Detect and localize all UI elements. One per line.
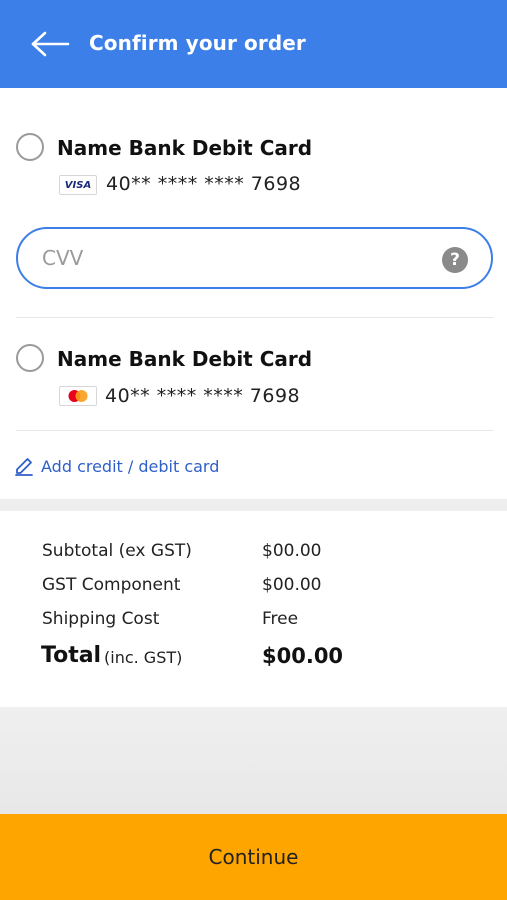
divider — [16, 317, 493, 318]
add-card-label: Add credit / debit card — [41, 456, 220, 476]
visa-brand-text: VISA — [64, 179, 92, 191]
cvv-input[interactable] — [42, 243, 422, 273]
mastercard-circles-icon — [68, 390, 88, 402]
continue-label: Continue — [208, 845, 299, 869]
radio-button-card-1[interactable] — [16, 133, 44, 161]
shipping-value: Free — [262, 609, 299, 629]
card-number-1: 40** **** **** 7698 — [106, 173, 302, 195]
page-title: Confirm your order — [89, 31, 306, 55]
gst-value: $00.00 — [262, 575, 322, 595]
cvv-field[interactable]: ? — [16, 227, 493, 289]
subtotal-value: $00.00 — [262, 541, 322, 561]
shipping-label: Shipping Cost — [42, 609, 160, 629]
gst-label: GST Component — [42, 575, 181, 595]
question-mark-icon[interactable]: ? — [442, 247, 468, 273]
total-value: $00.00 — [262, 644, 344, 668]
card-number-2: 40** **** **** 7698 — [105, 385, 301, 407]
back-button[interactable] — [28, 27, 72, 61]
arrow-left-icon — [31, 31, 70, 57]
total-tax-note: (inc. GST) — [104, 648, 183, 667]
radio-button-card-2[interactable] — [16, 344, 44, 372]
card-name-1: Name Bank Debit Card — [57, 136, 313, 160]
pencil-icon — [15, 458, 33, 476]
footer-spacer — [0, 707, 507, 814]
subtotal-label: Subtotal (ex GST) — [42, 541, 192, 561]
section-separator — [0, 499, 507, 511]
divider — [16, 430, 493, 431]
add-card-link[interactable]: Add credit / debit card — [14, 453, 219, 479]
continue-button[interactable]: Continue — [0, 814, 507, 900]
visa-icon: VISA — [59, 175, 97, 195]
card-name-2: Name Bank Debit Card — [57, 347, 313, 371]
app-header: Confirm your order — [0, 0, 507, 88]
total-label: Total — [41, 643, 102, 668]
mastercard-icon — [59, 386, 97, 406]
